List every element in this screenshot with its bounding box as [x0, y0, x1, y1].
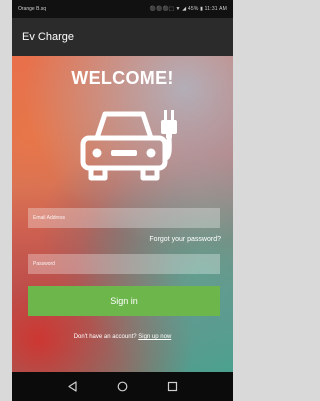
welcome-heading: WELCOME! — [71, 68, 174, 88]
signup-prompt: Don't have an account? Sign up now — [12, 334, 233, 340]
app-bar: Ev Charge — [12, 18, 233, 56]
status-indicators: ⚫⚫⚫⬚ ▼ ◢ 45% ▮ 11:31 AM — [149, 6, 227, 12]
forgot-password-link[interactable]: Forgot your password? — [149, 236, 221, 243]
status-bar: Orange B.sq ⚫⚫⚫⬚ ▼ ◢ 45% ▮ 11:31 AM — [12, 0, 233, 18]
car-charging-plug-icon — [80, 110, 177, 181]
recents-icon[interactable] — [167, 381, 178, 392]
app-title: Ev Charge — [22, 31, 74, 43]
password-field[interactable] — [28, 254, 220, 274]
home-icon[interactable] — [117, 381, 128, 392]
email-field[interactable] — [28, 208, 220, 228]
carrier-name: Orange B.sq — [18, 6, 47, 12]
back-icon[interactable] — [67, 381, 78, 392]
login-screen: WELCOME! Email Address Forgot your passw… — [12, 56, 233, 372]
system-nav-bar — [12, 372, 233, 401]
sign-up-link[interactable]: Sign up now — [138, 334, 171, 340]
no-account-text: Don't have an account? — [73, 334, 137, 340]
phone-screen: Orange B.sq ⚫⚫⚫⬚ ▼ ◢ 45% ▮ 11:31 AM Ev C… — [12, 0, 233, 401]
sign-in-button[interactable]: Sign in — [28, 286, 220, 316]
